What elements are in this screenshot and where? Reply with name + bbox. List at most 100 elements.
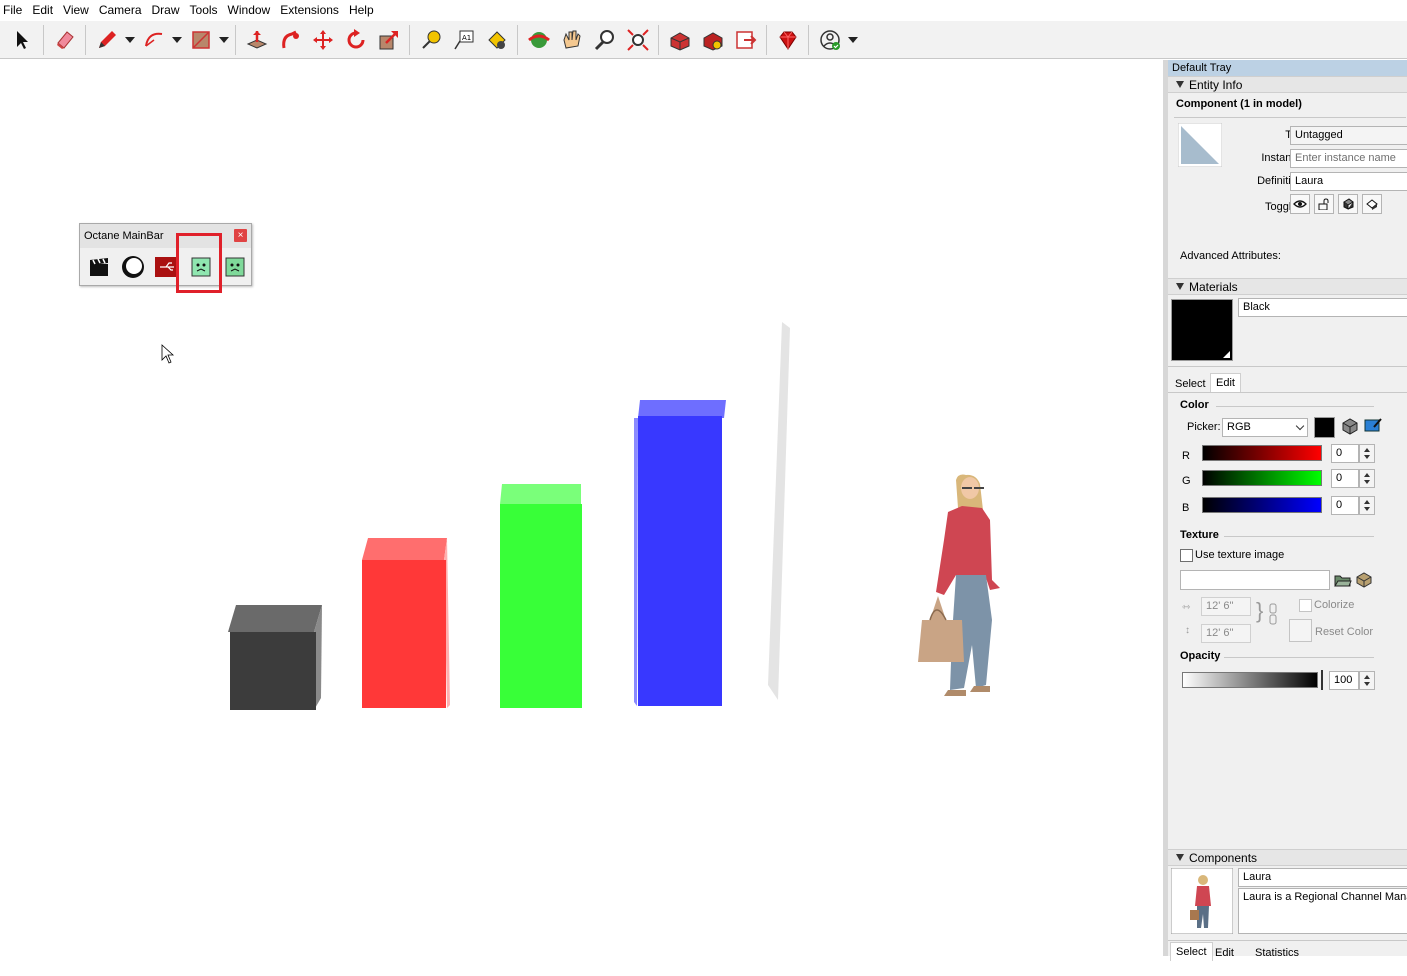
match-model-color-icon[interactable] — [1341, 417, 1359, 438]
texture-path-field[interactable] — [1180, 570, 1330, 590]
materials-header[interactable]: Materials — [1168, 278, 1407, 295]
current-color-swatch[interactable] — [1314, 417, 1335, 438]
menu-help[interactable]: Help — [344, 0, 379, 21]
menu-camera[interactable]: Camera — [94, 0, 147, 21]
entity-info-panel: Component (1 in model) Tag: Untagged Ins… — [1168, 93, 1407, 278]
receive-shadows-icon[interactable] — [1362, 194, 1382, 214]
component-name-field[interactable]: Laura — [1238, 868, 1407, 887]
menu-tools[interactable]: Tools — [185, 0, 223, 21]
menu-extensions[interactable]: Extensions — [275, 0, 344, 21]
svg-text:A1: A1 — [462, 34, 471, 42]
ghost-plane[interactable] — [768, 322, 790, 700]
scale-icon[interactable] — [373, 24, 404, 56]
red-box[interactable] — [362, 538, 450, 708]
face-green-2-icon[interactable] — [222, 254, 248, 280]
follow-me-icon[interactable] — [274, 24, 305, 56]
tab-components-statistics[interactable]: Statistics — [1250, 944, 1304, 963]
opacity-spinner[interactable] — [1359, 671, 1375, 690]
r-spinner[interactable] — [1359, 444, 1375, 463]
collapse-icon — [1176, 283, 1184, 290]
components-panel: Laura Laura is a Regional Channel Manage… — [1168, 866, 1407, 976]
eraser-icon[interactable] — [49, 24, 80, 56]
match-screen-color-icon[interactable] — [1364, 417, 1382, 438]
g-slider[interactable] — [1202, 470, 1322, 486]
b-value[interactable]: 0 — [1331, 496, 1359, 515]
entity-info-header[interactable]: Entity Info — [1168, 76, 1407, 93]
push-pull-icon[interactable] — [241, 24, 272, 56]
menu-window[interactable]: Window — [223, 0, 276, 21]
moon-icon[interactable] — [120, 254, 146, 280]
ruby-console-icon[interactable] — [772, 24, 803, 56]
pencil-icon[interactable] — [91, 24, 122, 56]
rotate-icon[interactable] — [340, 24, 371, 56]
chain-link-icon[interactable] — [1269, 603, 1277, 628]
paint-bucket-icon[interactable] — [481, 24, 512, 56]
r-value[interactable]: 0 — [1331, 444, 1359, 463]
definition-field[interactable]: Laura — [1290, 172, 1407, 191]
lock-icon[interactable] — [1314, 194, 1334, 214]
gray-box[interactable] — [228, 605, 322, 710]
eye-icon[interactable] — [1290, 194, 1310, 214]
opacity-slider[interactable] — [1182, 672, 1318, 688]
account-icon[interactable] — [814, 24, 845, 56]
text-icon[interactable]: A1 — [448, 24, 479, 56]
account-dropdown[interactable] — [846, 24, 860, 56]
pencil-dropdown[interactable] — [123, 24, 137, 56]
arc-dropdown[interactable] — [170, 24, 184, 56]
cast-shadows-icon[interactable] — [1338, 194, 1358, 214]
close-icon[interactable]: × — [234, 229, 247, 242]
zoom-icon[interactable] — [589, 24, 620, 56]
octane-title-bar[interactable]: Octane MainBar × — [80, 224, 251, 248]
extension-warehouse-icon[interactable] — [697, 24, 728, 56]
tab-components-edit[interactable]: Edit — [1210, 944, 1239, 963]
instance-field[interactable]: Enter instance name — [1290, 149, 1407, 168]
component-description-field[interactable]: Laura is a Regional Channel Manager — [1238, 888, 1407, 934]
colorize-checkbox[interactable] — [1299, 599, 1312, 612]
menu-file[interactable]: File — [0, 0, 27, 21]
b-slider[interactable] — [1202, 497, 1322, 513]
g-spinner[interactable] — [1359, 469, 1375, 488]
b-label: B — [1182, 502, 1190, 514]
arc-icon[interactable] — [138, 24, 169, 56]
clapperboard-icon[interactable] — [86, 254, 112, 280]
warehouse-icon[interactable] — [664, 24, 695, 56]
opacity-slider-thumb[interactable] — [1321, 670, 1323, 690]
edit-texture-icon[interactable] — [1356, 572, 1372, 591]
tab-components-select[interactable]: Select — [1170, 942, 1213, 961]
g-value[interactable]: 0 — [1331, 469, 1359, 488]
opacity-value[interactable]: 100 — [1329, 671, 1359, 690]
blue-box[interactable] — [634, 400, 726, 706]
texture-height-field[interactable]: 12' 6" — [1201, 624, 1251, 643]
texture-width-field[interactable]: 12' 6" — [1201, 597, 1251, 616]
menu-edit[interactable]: Edit — [27, 0, 58, 21]
octane-title: Octane MainBar — [84, 230, 164, 242]
material-name-field[interactable]: Black — [1238, 298, 1407, 317]
use-texture-checkbox[interactable] — [1180, 549, 1193, 562]
pan-icon[interactable] — [556, 24, 587, 56]
rectangle-icon[interactable] — [185, 24, 216, 56]
tape-measure-icon[interactable] — [415, 24, 446, 56]
reset-color-swatch[interactable] — [1289, 619, 1312, 642]
tag-field[interactable]: Untagged — [1290, 126, 1407, 145]
materials-panel: Black Select Edit Color Picker: RGB R 0 … — [1168, 295, 1407, 849]
rectangle-dropdown[interactable] — [217, 24, 231, 56]
menu-draw[interactable]: Draw — [147, 0, 185, 21]
reset-color-label[interactable]: Reset Color — [1315, 626, 1373, 638]
send-to-layout-icon[interactable] — [730, 24, 761, 56]
menu-view[interactable]: View — [58, 0, 94, 21]
picker-select[interactable]: RGB — [1222, 418, 1308, 437]
laura-figure[interactable] — [918, 474, 1000, 696]
tab-edit[interactable]: Edit — [1210, 373, 1241, 392]
b-spinner[interactable] — [1359, 496, 1375, 515]
move-icon[interactable] — [307, 24, 338, 56]
octane-mainbar-window[interactable]: Octane MainBar × — [79, 223, 252, 293]
select-icon[interactable] — [7, 24, 38, 56]
browse-folder-icon[interactable] — [1334, 572, 1352, 591]
components-header[interactable]: Components — [1168, 849, 1407, 866]
orbit-icon[interactable] — [523, 24, 554, 56]
r-slider[interactable] — [1202, 445, 1322, 461]
material-swatch[interactable] — [1171, 299, 1233, 361]
zoom-extents-icon[interactable] — [622, 24, 653, 56]
model-viewport[interactable]: Octane MainBar × — [0, 60, 1163, 956]
green-box[interactable] — [500, 484, 582, 708]
